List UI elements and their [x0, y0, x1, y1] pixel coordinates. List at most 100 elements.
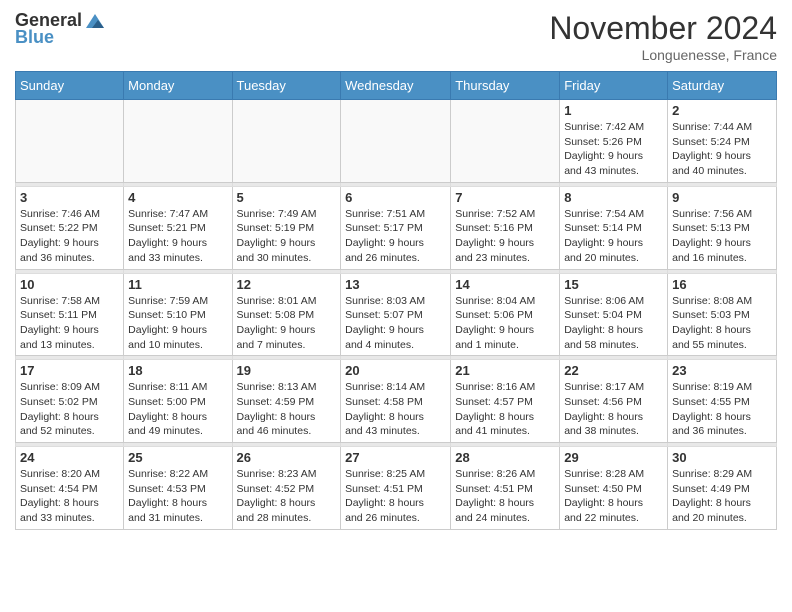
table-row: 7 Sunrise: 7:52 AM Sunset: 5:16 PM Daylig… [451, 186, 560, 269]
day-number: 26 [237, 450, 337, 465]
table-row: 9Sunrise: 7:56 AM Sunset: 5:13 PM Daylig… [668, 186, 777, 269]
day-info: Sunrise: 8:01 AM Sunset: 5:08 PM Dayligh… [237, 294, 337, 353]
table-row: 22 Sunrise: 8:17 AM Sunset: 4:56 PM Dayli… [560, 360, 668, 443]
day-info: Sunrise: 7:54 AM Sunset: 5:14 PM Dayligh… [564, 207, 663, 266]
day-number: 30 [672, 450, 772, 465]
col-tuesday: Tuesday [232, 72, 341, 100]
col-wednesday: Wednesday [341, 72, 451, 100]
col-sunday: Sunday [16, 72, 124, 100]
calendar-week-1: 1 Sunrise: 7:42 AM Sunset: 5:26 PM Daylig… [16, 100, 777, 183]
day-number: 13 [345, 277, 446, 292]
table-row [124, 100, 232, 183]
day-info: Sunrise: 7:52 AM Sunset: 5:16 PM Dayligh… [455, 207, 555, 266]
table-row: 1 Sunrise: 7:42 AM Sunset: 5:26 PM Daylig… [560, 100, 668, 183]
day-info: Sunrise: 8:22 AM Sunset: 4:53 PM Dayligh… [128, 467, 227, 526]
table-row: 21Sunrise: 8:16 AM Sunset: 4:57 PM Dayli… [451, 360, 560, 443]
day-number: 17 [20, 363, 119, 378]
day-number: 15 [564, 277, 663, 292]
day-number: 16 [672, 277, 772, 292]
table-row [341, 100, 451, 183]
day-number: 18 [128, 363, 227, 378]
day-info: Sunrise: 7:46 AM Sunset: 5:22 PM Dayligh… [20, 207, 119, 266]
day-number: 25 [128, 450, 227, 465]
logo-icon [84, 12, 106, 30]
table-row: 20Sunrise: 8:14 AM Sunset: 4:58 PM Dayli… [341, 360, 451, 443]
day-number: 2 [672, 103, 772, 118]
day-info: Sunrise: 8:25 AM Sunset: 4:51 PM Dayligh… [345, 467, 446, 526]
table-row: 6Sunrise: 7:51 AM Sunset: 5:17 PM Daylig… [341, 186, 451, 269]
day-info: Sunrise: 8:04 AM Sunset: 5:06 PM Dayligh… [455, 294, 555, 353]
table-row: 30 Sunrise: 8:29 AM Sunset: 4:49 PM Dayli… [668, 447, 777, 530]
day-number: 23 [672, 363, 772, 378]
table-row [16, 100, 124, 183]
day-info: Sunrise: 7:58 AM Sunset: 5:11 PM Dayligh… [20, 294, 119, 353]
day-info: Sunrise: 8:17 AM Sunset: 4:56 PM Dayligh… [564, 380, 663, 439]
table-row: 19 Sunrise: 8:13 AM Sunset: 4:59 PM Dayli… [232, 360, 341, 443]
table-row [232, 100, 341, 183]
day-info: Sunrise: 7:44 AM Sunset: 5:24 PM Dayligh… [672, 120, 772, 179]
day-info: Sunrise: 8:23 AM Sunset: 4:52 PM Dayligh… [237, 467, 337, 526]
day-number: 11 [128, 277, 227, 292]
location: Longuenesse, France [549, 47, 777, 63]
table-row: 27 Sunrise: 8:25 AM Sunset: 4:51 PM Dayli… [341, 447, 451, 530]
day-info: Sunrise: 8:20 AM Sunset: 4:54 PM Dayligh… [20, 467, 119, 526]
col-monday: Monday [124, 72, 232, 100]
table-row: 25 Sunrise: 8:22 AM Sunset: 4:53 PM Dayli… [124, 447, 232, 530]
day-info: Sunrise: 8:06 AM Sunset: 5:04 PM Dayligh… [564, 294, 663, 353]
day-info: Sunrise: 8:13 AM Sunset: 4:59 PM Dayligh… [237, 380, 337, 439]
day-number: 4 [128, 190, 227, 205]
table-row: 26 Sunrise: 8:23 AM Sunset: 4:52 PM Dayli… [232, 447, 341, 530]
calendar-week-4: 17 Sunrise: 8:09 AM Sunset: 5:02 PM Dayli… [16, 360, 777, 443]
day-info: Sunrise: 8:28 AM Sunset: 4:50 PM Dayligh… [564, 467, 663, 526]
table-row: 29 Sunrise: 8:28 AM Sunset: 4:50 PM Dayli… [560, 447, 668, 530]
table-row: 8 Sunrise: 7:54 AM Sunset: 5:14 PM Daylig… [560, 186, 668, 269]
day-number: 28 [455, 450, 555, 465]
day-number: 1 [564, 103, 663, 118]
day-number: 3 [20, 190, 119, 205]
day-info: Sunrise: 8:19 AM Sunset: 4:55 PM Dayligh… [672, 380, 772, 439]
month-title: November 2024 [549, 10, 777, 47]
page-header: General Blue November 2024 Longuenesse, … [15, 10, 777, 63]
day-info: Sunrise: 7:59 AM Sunset: 5:10 PM Dayligh… [128, 294, 227, 353]
day-number: 24 [20, 450, 119, 465]
day-info: Sunrise: 7:49 AM Sunset: 5:19 PM Dayligh… [237, 207, 337, 266]
day-info: Sunrise: 8:09 AM Sunset: 5:02 PM Dayligh… [20, 380, 119, 439]
day-number: 21 [455, 363, 555, 378]
table-row: 11 Sunrise: 7:59 AM Sunset: 5:10 PM Dayli… [124, 273, 232, 356]
calendar-week-3: 10Sunrise: 7:58 AM Sunset: 5:11 PM Dayli… [16, 273, 777, 356]
day-number: 5 [237, 190, 337, 205]
day-info: Sunrise: 7:47 AM Sunset: 5:21 PM Dayligh… [128, 207, 227, 266]
col-thursday: Thursday [451, 72, 560, 100]
day-number: 29 [564, 450, 663, 465]
table-row: 15 Sunrise: 8:06 AM Sunset: 5:04 PM Dayli… [560, 273, 668, 356]
day-number: 22 [564, 363, 663, 378]
table-row: 28 Sunrise: 8:26 AM Sunset: 4:51 PM Dayli… [451, 447, 560, 530]
table-row: 3 Sunrise: 7:46 AM Sunset: 5:22 PM Daylig… [16, 186, 124, 269]
day-number: 8 [564, 190, 663, 205]
day-info: Sunrise: 8:29 AM Sunset: 4:49 PM Dayligh… [672, 467, 772, 526]
table-row: 17 Sunrise: 8:09 AM Sunset: 5:02 PM Dayli… [16, 360, 124, 443]
day-info: Sunrise: 8:08 AM Sunset: 5:03 PM Dayligh… [672, 294, 772, 353]
day-info: Sunrise: 8:03 AM Sunset: 5:07 PM Dayligh… [345, 294, 446, 353]
table-row: 18Sunrise: 8:11 AM Sunset: 5:00 PM Dayli… [124, 360, 232, 443]
calendar-week-5: 24 Sunrise: 8:20 AM Sunset: 4:54 PM Dayli… [16, 447, 777, 530]
day-number: 20 [345, 363, 446, 378]
table-row: 5 Sunrise: 7:49 AM Sunset: 5:19 PM Daylig… [232, 186, 341, 269]
table-row: 4 Sunrise: 7:47 AM Sunset: 5:21 PM Daylig… [124, 186, 232, 269]
table-row: 23 Sunrise: 8:19 AM Sunset: 4:55 PM Dayli… [668, 360, 777, 443]
day-info: Sunrise: 8:26 AM Sunset: 4:51 PM Dayligh… [455, 467, 555, 526]
calendar-week-2: 3 Sunrise: 7:46 AM Sunset: 5:22 PM Daylig… [16, 186, 777, 269]
table-row: 13 Sunrise: 8:03 AM Sunset: 5:07 PM Dayli… [341, 273, 451, 356]
calendar-table: Sunday Monday Tuesday Wednesday Thursday… [15, 71, 777, 530]
day-info: Sunrise: 7:42 AM Sunset: 5:26 PM Dayligh… [564, 120, 663, 179]
page-container: General Blue November 2024 Longuenesse, … [0, 0, 792, 540]
table-row: 12Sunrise: 8:01 AM Sunset: 5:08 PM Dayli… [232, 273, 341, 356]
calendar-header-row: Sunday Monday Tuesday Wednesday Thursday… [16, 72, 777, 100]
day-number: 7 [455, 190, 555, 205]
table-row [451, 100, 560, 183]
table-row: 14Sunrise: 8:04 AM Sunset: 5:06 PM Dayli… [451, 273, 560, 356]
day-number: 27 [345, 450, 446, 465]
table-row: 10Sunrise: 7:58 AM Sunset: 5:11 PM Dayli… [16, 273, 124, 356]
day-number: 19 [237, 363, 337, 378]
day-info: Sunrise: 7:56 AM Sunset: 5:13 PM Dayligh… [672, 207, 772, 266]
